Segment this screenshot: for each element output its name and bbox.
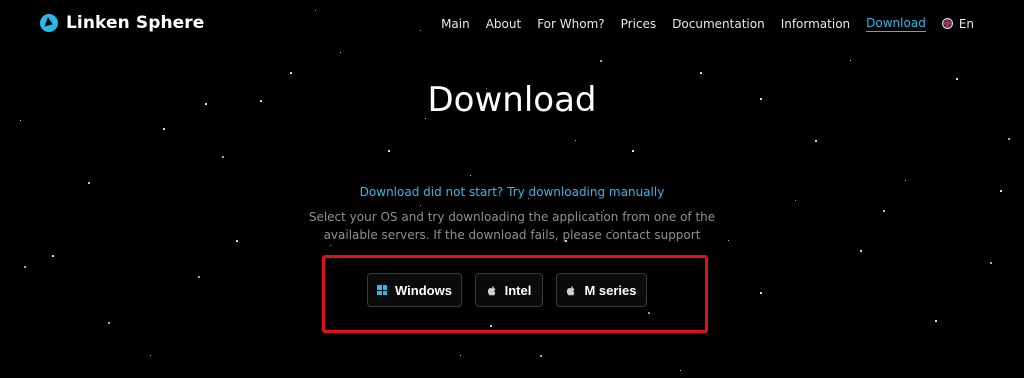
- star: [236, 240, 238, 242]
- star: [88, 182, 90, 184]
- windows-icon: [377, 285, 388, 295]
- main-nav: Main About For Whom? Prices Documentatio…: [441, 15, 974, 32]
- m-series-label: M series: [584, 282, 637, 298]
- star: [815, 140, 817, 142]
- star: [24, 266, 26, 268]
- page-title: Download: [427, 80, 597, 120]
- star: [198, 276, 200, 278]
- star: [290, 72, 292, 74]
- star: [470, 175, 471, 176]
- star: [935, 320, 937, 322]
- star: [20, 120, 21, 121]
- star: [52, 255, 54, 257]
- download-windows-button[interactable]: Windows: [367, 273, 462, 307]
- star: [795, 200, 796, 201]
- star: [600, 60, 602, 62]
- download-description: Select your OS and try downloading the a…: [308, 210, 716, 242]
- download-intel-button[interactable]: Intel: [475, 273, 543, 307]
- star: [760, 292, 762, 294]
- manual-download-link[interactable]: Download did not start? Try downloading …: [0, 185, 1024, 199]
- brand-name: Linken Sphere: [66, 13, 205, 33]
- star: [163, 128, 165, 130]
- star: [990, 262, 992, 264]
- star: [632, 150, 634, 152]
- star: [680, 370, 681, 371]
- star: [420, 205, 421, 206]
- site-header: Linken Sphere Main About For Whom? Price…: [0, 0, 1024, 44]
- star: [905, 180, 906, 181]
- star: [222, 156, 224, 158]
- logo[interactable]: Linken Sphere: [40, 12, 204, 34]
- star: [108, 322, 110, 324]
- language-selector[interactable]: En: [941, 16, 974, 31]
- intel-label: Intel: [504, 282, 532, 298]
- nav-item-information[interactable]: Information: [781, 16, 850, 32]
- language-label: En: [958, 16, 974, 31]
- nav-item-for-whom[interactable]: For Whom?: [537, 16, 604, 32]
- nav-item-about[interactable]: About: [486, 16, 521, 32]
- star: [460, 355, 461, 356]
- download-m-series-button[interactable]: M series: [556, 273, 647, 307]
- apple-icon: [566, 285, 576, 296]
- apple-icon: [487, 285, 497, 296]
- nav-item-main[interactable]: Main: [441, 16, 470, 32]
- star: [388, 150, 390, 152]
- windows-label: Windows: [395, 282, 452, 298]
- star: [575, 140, 576, 141]
- nav-item-download[interactable]: Download: [866, 15, 926, 32]
- nav-item-documentation[interactable]: Documentation: [672, 16, 765, 32]
- uk-flag-icon: [941, 18, 953, 29]
- star: [330, 245, 331, 246]
- linken-sphere-logo-icon: [40, 14, 58, 32]
- star: [340, 52, 341, 53]
- star: [850, 60, 851, 61]
- star: [700, 72, 702, 74]
- star: [540, 355, 542, 357]
- nav-item-prices[interactable]: Prices: [621, 16, 657, 32]
- star: [883, 210, 885, 212]
- star: [150, 355, 151, 356]
- star: [1008, 138, 1010, 140]
- star: [860, 250, 862, 252]
